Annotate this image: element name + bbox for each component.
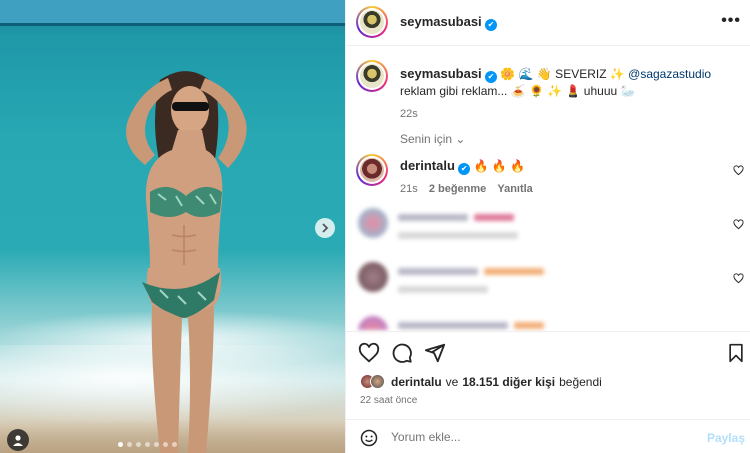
for-you-filter[interactable]: Senin için ⌄ — [400, 132, 465, 146]
comment-username[interactable]: derintalu — [400, 158, 455, 173]
chevron-down-icon: ⌄ — [455, 132, 466, 146]
post-details-panel: seymasubasi ✔ ••• seymasubasi ✔ 🌼 🌊 👋 SE… — [345, 0, 750, 453]
reply-button[interactable]: Yanıtla — [497, 183, 532, 195]
for-you-label: Senin için — [400, 132, 453, 146]
comment-like-heart-icon[interactable] — [733, 219, 744, 230]
user-icon — [13, 435, 23, 446]
more-options-icon[interactable]: ••• — [721, 12, 741, 30]
caption-author-avatar[interactable] — [356, 60, 388, 92]
caption-username[interactable]: seymasubasi — [400, 66, 482, 81]
other-likers-link[interactable]: 18.151 diğer kişi — [462, 375, 555, 389]
likes-suffix: beğendi — [559, 374, 602, 389]
caption-mention-link[interactable]: @sagazastudio — [628, 67, 711, 81]
carousel-dots — [118, 442, 177, 447]
caption-text-start: 🌼 🌊 👋 SEVERIZ ✨ — [500, 67, 625, 81]
blurred-comment — [354, 316, 744, 330]
comment-text: 🔥 🔥 🔥 — [473, 159, 526, 173]
comment-bubble-icon[interactable] — [391, 342, 413, 364]
emoji-smiley-icon[interactable] — [360, 429, 378, 447]
carousel-dot — [136, 442, 141, 447]
verified-badge-icon: ✔ — [458, 163, 471, 175]
comment-likes-link[interactable]: 2 beğenme — [429, 183, 486, 195]
comment-item: derintalu ✔ 🔥 🔥 🔥 21s 2 beğenme Yanıtla — [400, 158, 740, 195]
carousel-dot — [154, 442, 159, 447]
caption-time: 22s — [400, 108, 418, 120]
save-bookmark-icon[interactable] — [726, 342, 746, 364]
post-timestamp: 22 saat önce — [360, 395, 418, 406]
author-username[interactable]: seymasubasi — [400, 14, 482, 29]
photo-subject — [126, 71, 247, 453]
post-header: seymasubasi ✔ ••• — [346, 0, 750, 46]
post-comment-button[interactable]: Paylaş — [707, 431, 745, 445]
verified-badge-icon: ✔ — [485, 19, 498, 31]
first-liker-link[interactable]: derintalu — [391, 375, 442, 389]
comment-like-heart-icon[interactable] — [733, 165, 744, 176]
post-caption: seymasubasi ✔ 🌼 🌊 👋 SEVERIZ ✨ @sagazastu… — [400, 65, 745, 123]
likes-connector: ve — [445, 374, 459, 389]
liker-avatar — [370, 374, 385, 389]
chevron-right-icon — [322, 223, 329, 233]
share-send-icon[interactable] — [424, 342, 446, 364]
comment-input[interactable] — [391, 430, 691, 444]
blurred-comment — [354, 208, 744, 248]
post-actions-bar — [346, 331, 750, 371]
carousel-dot — [163, 442, 168, 447]
comment-time: 21s — [400, 183, 418, 195]
post-photo[interactable] — [0, 0, 345, 453]
like-heart-icon[interactable] — [358, 342, 380, 364]
carousel-dot — [145, 442, 150, 447]
add-comment-bar: Paylaş — [346, 419, 750, 453]
carousel-dot — [118, 442, 123, 447]
carousel-dot — [172, 442, 177, 447]
tagged-users-button[interactable] — [7, 429, 29, 451]
blurred-comment — [354, 262, 744, 302]
comment-like-heart-icon[interactable] — [733, 273, 744, 284]
likes-summary: derintalu ve 18.151 diğer kişi beğendi — [360, 374, 602, 389]
carousel-dot — [127, 442, 132, 447]
verified-badge-icon: ✔ — [485, 71, 498, 83]
caption-text-end: reklam gibi reklam... 🍝 🌻 ✨ 💄 uhuuu 🦢 — [400, 84, 636, 98]
next-slide-button[interactable] — [315, 218, 335, 238]
author-avatar[interactable] — [356, 6, 388, 38]
commenter-avatar[interactable] — [356, 154, 388, 186]
